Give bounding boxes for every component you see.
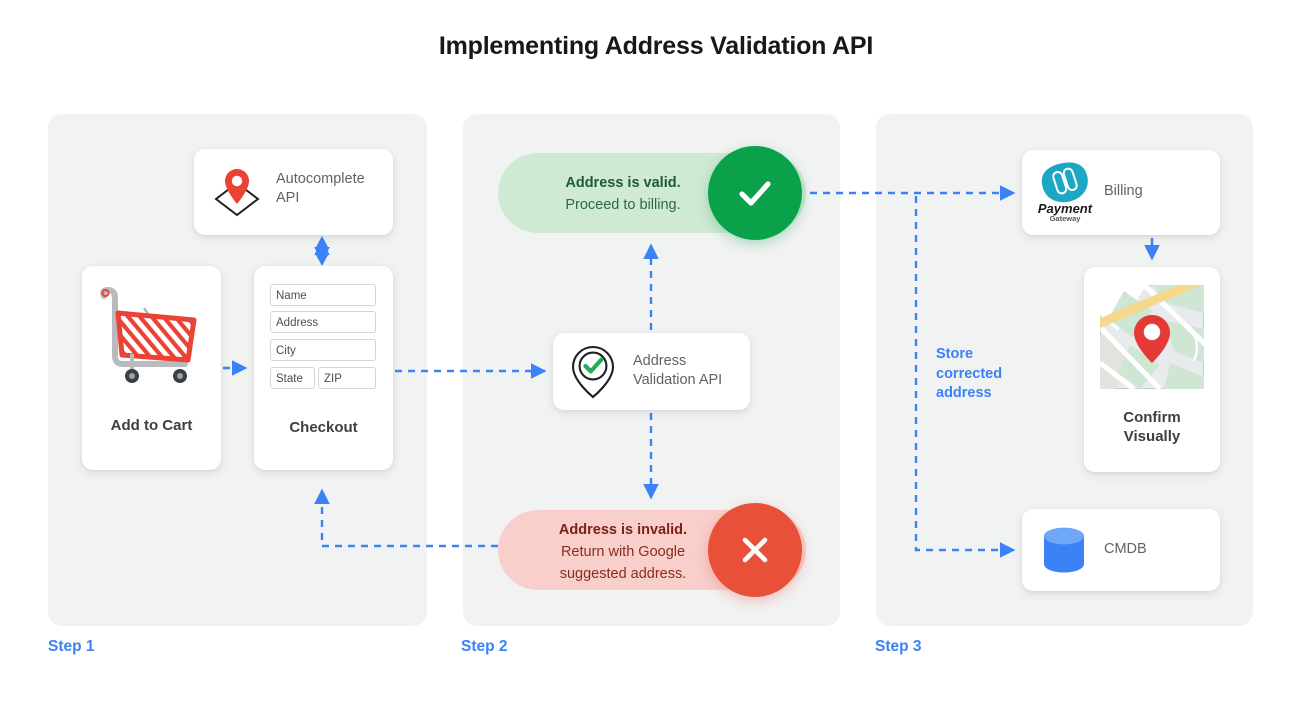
billing-label: Billing xyxy=(1104,183,1143,199)
checkout-label: Checkout xyxy=(289,419,358,436)
add-to-cart-label: Add to Cart xyxy=(110,417,193,434)
step-1-label: Step 1 xyxy=(48,638,95,655)
page-title: Implementing Address Validation API xyxy=(438,32,874,60)
map-thumbnail-icon xyxy=(1100,285,1204,389)
address-invalid-text: Address is invalid. Return with Google s… xyxy=(558,522,688,582)
x-circle-icon xyxy=(708,503,802,597)
address-valid-pill: Address is valid. Proceed to billing. xyxy=(498,146,806,240)
add-to-cart-card[interactable]: Add to Cart xyxy=(82,266,221,470)
cmdb-card[interactable]: CMDB xyxy=(1022,509,1220,591)
step-2-label: Step 2 xyxy=(461,638,508,655)
state-field[interactable]: State xyxy=(270,367,315,389)
store-corrected-address-note: Store corrected address xyxy=(936,346,1003,401)
autocomplete-api-label: Autocomplete API xyxy=(276,171,365,206)
zip-field[interactable]: ZIP xyxy=(318,367,376,389)
address-invalid-pill: Address is invalid. Return with Google s… xyxy=(498,503,806,597)
cmdb-label: CMDB xyxy=(1104,541,1147,557)
autocomplete-api-card[interactable]: Autocomplete API xyxy=(194,149,393,235)
address-field[interactable]: Address xyxy=(270,311,376,333)
step-3-label: Step 3 xyxy=(875,638,922,655)
payment-gateway-icon: Payment Gateway xyxy=(1038,162,1093,223)
check-circle-icon xyxy=(708,146,802,240)
payment-gateway-logo-line2: Gateway xyxy=(1050,214,1082,223)
checkout-card[interactable]: Name Address City State ZIP Checkout xyxy=(254,266,393,470)
diagram-canvas: Implementing Address Validation API Auto… xyxy=(0,0,1312,704)
shopping-cart-icon xyxy=(100,286,197,383)
city-field[interactable]: City xyxy=(270,339,376,361)
check-glyph xyxy=(739,181,771,206)
confirm-visually-card[interactable]: Confirm Visually xyxy=(1084,267,1220,472)
address-validation-api-label: Address Validation API xyxy=(633,353,723,388)
billing-card[interactable]: Payment Gateway Billing xyxy=(1022,150,1220,235)
map-pin-diamond-icon xyxy=(214,169,260,217)
map-pin-check-icon xyxy=(571,345,615,399)
x-glyph xyxy=(742,537,768,563)
address-validation-api-card[interactable]: Address Validation API xyxy=(553,333,750,410)
address-valid-text: Address is valid. Proceed to billing. xyxy=(565,175,681,213)
confirm-visually-label: Confirm Visually xyxy=(1123,409,1181,445)
name-field[interactable]: Name xyxy=(270,284,376,306)
database-cylinder-icon xyxy=(1044,527,1084,573)
